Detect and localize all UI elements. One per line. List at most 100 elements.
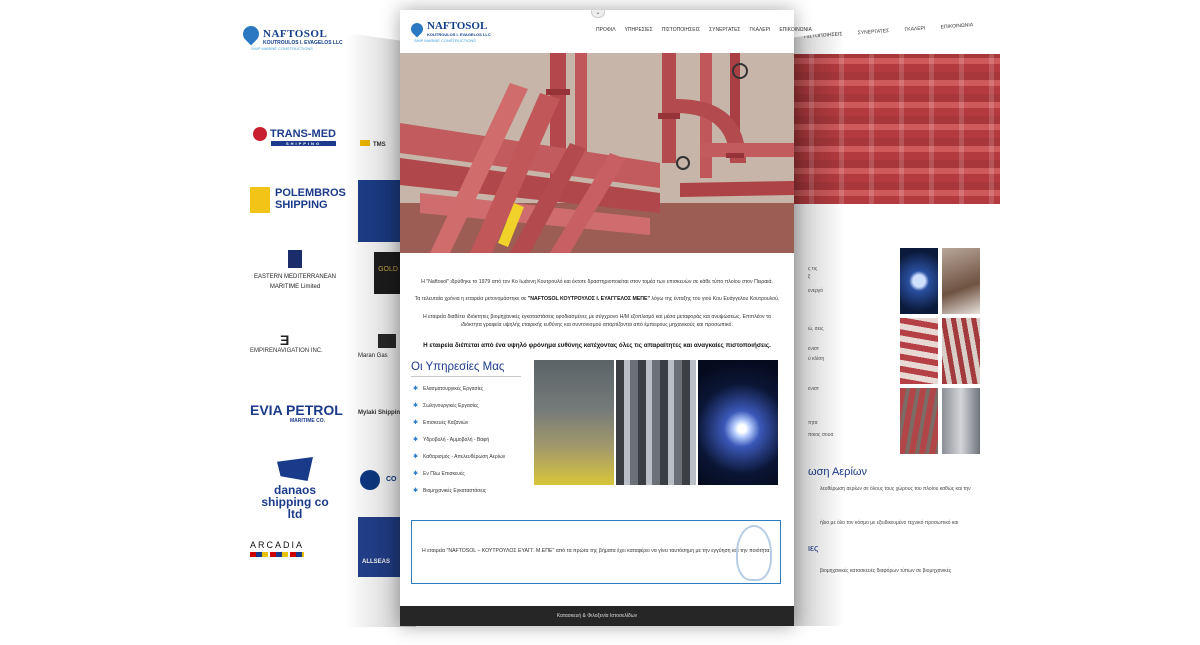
right-text-snippet: τητα xyxy=(808,420,818,426)
service-label: Ελασματουργικές Εργασίες xyxy=(423,386,484,392)
intro-paragraph-3a: Η εταιρεία διαθέτει ιδιόκτητες βιομηχανι… xyxy=(422,314,772,320)
photo-blasting-worker[interactable] xyxy=(534,360,614,485)
services-photos xyxy=(534,360,778,485)
service-item[interactable]: ✱ Επισκευές Καζανιών xyxy=(413,420,505,437)
eastern-line1: EASTERN MEDITERRANEAN xyxy=(253,274,336,280)
maran-logo: Maran Gas xyxy=(358,334,396,359)
photo-welding[interactable] xyxy=(698,360,778,485)
right-heading-2: ιες xyxy=(808,543,819,553)
polembros-logo: POLEMBROS SHIPPING xyxy=(250,187,346,213)
right-nav-item[interactable]: ΣΥΝΕΡΓΑΤΕΣ xyxy=(858,28,890,36)
right-text-snippet: ξ xyxy=(808,274,811,280)
gallery-thumb[interactable] xyxy=(900,318,938,384)
service-item[interactable]: ✱ Καθαρισμός - Απελευθέρωση Αερίων xyxy=(413,454,505,471)
right-text-snippet: ποιος σουα xyxy=(808,432,834,438)
right-text-line: ήλιο με όλο τον κόσμο με εξειδικευμένο τ… xyxy=(820,520,959,526)
nav-contact[interactable]: ΕΠΙΚΟΙΝΩΝΙΑ xyxy=(779,27,811,33)
danaos-logo: danaos shipping co ltd xyxy=(255,457,335,520)
service-label: Υδροβολή - Αμμοβολή - Βαφή xyxy=(423,437,490,443)
service-label: Σωληνουργικές Εργασίες xyxy=(423,403,479,409)
services-title: Οι Υπηρεσίες Μας xyxy=(411,361,505,373)
services-list: ✱ Ελασματουργικές Εργασίες ✱ Σωληνουργικές… xyxy=(413,386,505,505)
main-nav: ΠΡΟΦΙΛ ΥΠΗΡΕΣΙΕΣ ΠΙΣΤΟΠΟΙΗΣΕΙΣ ΣΥΝΕΡΓΑΤΕ… xyxy=(596,27,812,33)
home-page: ⌄ NAFTOSOL KOUTROULOS I. EVAGELOS LLC SH… xyxy=(400,10,812,626)
danaos-sub: shipping co ltd xyxy=(261,495,329,521)
service-item[interactable]: ✱ Ελασματουργικές Εργασίες xyxy=(413,386,505,403)
right-hero-image xyxy=(784,54,1000,204)
polembros-line2: SHIPPING xyxy=(275,199,328,211)
right-heading-gas: ωση Αερίων xyxy=(808,466,867,478)
footer-credit[interactable]: Κατασκευή & Φιλοξενία Ιστοσελίδων xyxy=(557,613,637,619)
chevron-down-icon[interactable]: ⌄ xyxy=(591,10,605,18)
photo-pipe-interior[interactable] xyxy=(616,360,696,485)
company-name-bold: "NAFTOSOL ΚΟΥΤΡΟΥΛΟΣ Ι. ΕΥΑΓΓΕΛΟΣ ΜΕΠΕ" xyxy=(527,296,650,302)
right-nav-item[interactable]: ΓΚΑΛΕΡΙ xyxy=(904,26,925,33)
drop-logo-icon xyxy=(408,20,426,38)
left-brand-name: NAFTOSOL xyxy=(263,28,328,40)
service-item[interactable]: ✱ Σωληνουργικές Εργασίες xyxy=(413,403,505,420)
maran-name: Maran Gas xyxy=(358,353,388,359)
evia-name: EVIA PETROL xyxy=(250,402,343,418)
right-gallery-grid xyxy=(900,248,980,458)
nav-certifications[interactable]: ΠΙΣΤΟΠΟΙΗΣΕΙΣ xyxy=(662,27,700,33)
transmed-sub: SHIPPING xyxy=(271,141,336,146)
logo-subtitle: KOUTROULOS I. EVAGELOS LLC xyxy=(427,32,491,37)
partners-page: NAFTOSOL KOUTROULOS I. EVAGELOS LLC SHIP… xyxy=(198,12,416,627)
left-brand-tagline: SHIP MARINE CONSTRUCTIONS xyxy=(251,46,313,51)
tms-logo: TMS xyxy=(360,140,386,148)
eastern-med-logo: EASTERN MEDITERRANEAN MARITIME Limited xyxy=(250,250,340,292)
right-text-snippet: ενιστ xyxy=(808,386,819,392)
drop-logo-icon xyxy=(239,22,263,46)
transmed-logo: TRANS-MED SHIPPING xyxy=(253,127,336,146)
service-label: Καθαρισμός - Απελευθέρωση Αερίων xyxy=(423,454,506,460)
transmed-badge-icon xyxy=(253,127,267,141)
right-text-snippet: ς τις xyxy=(808,266,818,272)
service-label: Εν Πλω Επισκευές xyxy=(423,471,465,477)
intro-paragraph-1: Η "Naftosol" ιδρύθηκε το 1979 από τον Κο… xyxy=(421,279,773,285)
gallery-thumb[interactable] xyxy=(942,388,980,454)
service-item[interactable]: ✱ Υδροβολή - Αμμοβολή - Βαφή xyxy=(413,437,505,454)
globe-icon xyxy=(360,470,380,490)
empire-name: EMPIRENAVIGATION INC. xyxy=(250,348,323,354)
star-icon: ✱ xyxy=(413,403,419,409)
service-item[interactable]: ✱ Εν Πλω Επισκευές xyxy=(413,471,505,488)
intro-paragraph-2: Τα τελευταία χρόνια η εταιρεία μετονομάσ… xyxy=(410,296,784,303)
tms-mark-icon xyxy=(360,140,370,146)
empire-logo: Ǝ EMPIRENAVIGATION INC. xyxy=(250,332,323,354)
polembros-mark-icon xyxy=(250,187,270,213)
service-item[interactable]: ✱ Βιομηχανικές Εγκαταστάσεις xyxy=(413,488,505,505)
quote-text: Η εταιρεία "NAFTOSOL – ΚΟΥΤΡΟΥΛΟΣ ΕΥΑΓΓ.… xyxy=(422,548,771,554)
left-brand-logo: NAFTOSOL KOUTROULOS I. EVAGELOS LLC SHIP… xyxy=(239,22,353,51)
polembros-line1: POLEMBROS xyxy=(275,187,346,199)
right-nav-item[interactable]: ΕΠΙΚΟΙΝΩΝΙΑ xyxy=(940,22,973,30)
maran-mark-icon xyxy=(378,334,396,348)
evia-sub: MARITIME CO. xyxy=(290,418,325,424)
nav-profile[interactable]: ΠΡΟΦΙΛ xyxy=(596,27,616,33)
services-detail-page: ΠΙΣΤΟΠΟΙΗΣΕΙΣ ΣΥΝΕΡΓΑΤΕΣ ΓΚΑΛΕΡΙ ΕΠΙΚΟΙΝ… xyxy=(784,8,1000,626)
right-text-line: λευθέρωση αερίων σε όλους τους χώρους το… xyxy=(820,486,971,492)
intro-p2-pre: Τα τελευταία χρόνια η εταιρεία μετονομάσ… xyxy=(414,296,528,302)
nav-gallery[interactable]: ΓΚΑΛΕΡΙ xyxy=(750,27,771,33)
flags-icon xyxy=(250,552,305,557)
site-logo[interactable]: NAFTOSOL KOUTROULOS I. EVAGELOS LLC SHIP… xyxy=(408,20,491,43)
star-icon: ✱ xyxy=(413,454,419,460)
service-label: Επισκευές Καζανιών xyxy=(423,420,469,426)
nav-services[interactable]: ΥΠΗΡΕΣΙΕΣ xyxy=(625,27,653,33)
gallery-thumb[interactable] xyxy=(900,388,938,454)
right-text-snippet: ενεργό xyxy=(808,288,824,294)
right-text-snippet: ώ, σεις xyxy=(808,326,824,332)
intro-paragraph-3b: ιδιόκτητα γραφεία υψηλής εταιρικής ευθύν… xyxy=(461,322,733,328)
right-text-snippet: ύ κλίση xyxy=(808,356,825,362)
gallery-thumb[interactable] xyxy=(942,318,980,384)
right-text-snippet: ενιστ xyxy=(808,346,819,352)
service-label: Βιομηχανικές Εγκαταστάσεις xyxy=(423,488,487,494)
logo-tagline: SHIP MARINE CONSTRUCTIONS xyxy=(414,38,476,43)
gallery-thumb[interactable] xyxy=(900,248,938,314)
gallery-thumb[interactable] xyxy=(942,248,980,314)
eastern-mark-icon xyxy=(288,250,302,268)
nav-partners[interactable]: ΣΥΝΕΡΓΑΤΕΣ xyxy=(709,27,740,33)
arcadia-logo: ARCADIA xyxy=(250,540,305,557)
star-icon: ✱ xyxy=(413,471,419,477)
quote-box: Η εταιρεία "NAFTOSOL – ΚΟΥΤΡΟΥΛΟΣ ΕΥΑΓΓ.… xyxy=(411,520,781,584)
logo-name: NAFTOSOL xyxy=(427,20,488,32)
